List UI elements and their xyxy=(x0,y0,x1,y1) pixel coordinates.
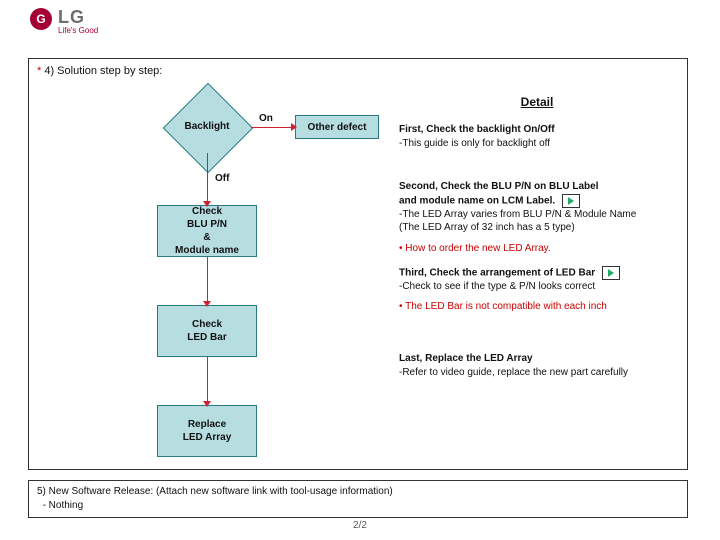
section-5-box: 5) New Software Release: (Attach new sof… xyxy=(28,480,688,518)
section-5-sub: (Attach new software link with tool-usag… xyxy=(156,486,393,497)
detail-second: Second, Check the BLU P/N on BLU Label a… xyxy=(399,180,675,235)
detail-second-warning: • How to order the new LED Array. xyxy=(399,243,675,254)
section-4-box: * 4) Solution step by step: Backlight Ot… xyxy=(28,58,688,470)
edge-off xyxy=(207,153,208,205)
node-backlight: Backlight xyxy=(163,101,251,153)
arrow-head-icon xyxy=(203,201,211,207)
section-5-body: - Nothing xyxy=(43,500,84,511)
section-4-title: * 4) Solution step by step: xyxy=(37,65,162,77)
detail-third-body: -Check to see if the type & P/N looks co… xyxy=(399,281,595,292)
bullet-star: * xyxy=(37,65,41,77)
detail-last-body: -Refer to video guide, replace the new p… xyxy=(399,367,628,378)
detail-third: Third, Check the arrangement of LED Bar … xyxy=(399,266,675,294)
arrow-head-icon xyxy=(203,301,211,307)
logo-mark: G xyxy=(30,8,52,30)
node-check-blu-pn: Check BLU P/N & Module name xyxy=(157,205,257,257)
detail-heading: Detail xyxy=(399,95,675,109)
arrow-head-icon xyxy=(203,401,211,407)
node-replace-led-array: Replace LED Array xyxy=(157,405,257,457)
edge-on xyxy=(251,127,295,128)
logo-tagline: Life's Good xyxy=(58,26,98,35)
page: G LG Life's Good * 4) Solution step by s… xyxy=(0,0,720,540)
node-other-defect: Other defect xyxy=(295,115,379,139)
node-backlight-label: Backlight xyxy=(163,121,251,132)
detail-third-title: Third, Check the arrangement of LED Bar xyxy=(399,267,595,278)
play-icon[interactable] xyxy=(602,266,620,280)
detail-last-title: Last, Replace the LED Array xyxy=(399,353,533,364)
page-number: 2/2 xyxy=(0,520,720,531)
logo: G LG Life's Good xyxy=(30,8,98,35)
edge-bar-replace xyxy=(207,357,208,405)
section-5-title: 5) New Software Release: xyxy=(37,486,153,497)
detail-second-body: -The LED Array varies from BLU P/N & Mod… xyxy=(399,209,636,234)
edge-on-label: On xyxy=(259,113,273,124)
detail-first-body: -This guide is only for backlight off xyxy=(399,138,550,149)
detail-last: Last, Replace the LED Array -Refer to vi… xyxy=(399,352,675,379)
detail-third-warning: • The LED Bar is not compatible with eac… xyxy=(399,301,675,312)
section-4-title-text: 4) Solution step by step: xyxy=(44,65,162,77)
edge-pn-bar xyxy=(207,257,208,305)
logo-text: LG xyxy=(58,8,98,26)
detail-first-title: First, Check the backlight On/Off xyxy=(399,124,555,135)
flowchart: Backlight Other defect Check BLU P/N & M… xyxy=(99,95,359,465)
arrow-head-icon xyxy=(291,123,297,131)
detail-first: First, Check the backlight On/Off -This … xyxy=(399,123,675,150)
detail-column: Detail First, Check the backlight On/Off… xyxy=(399,95,675,465)
play-icon[interactable] xyxy=(562,194,580,208)
node-check-led-bar: Check LED Bar xyxy=(157,305,257,357)
edge-off-label: Off xyxy=(215,173,229,184)
